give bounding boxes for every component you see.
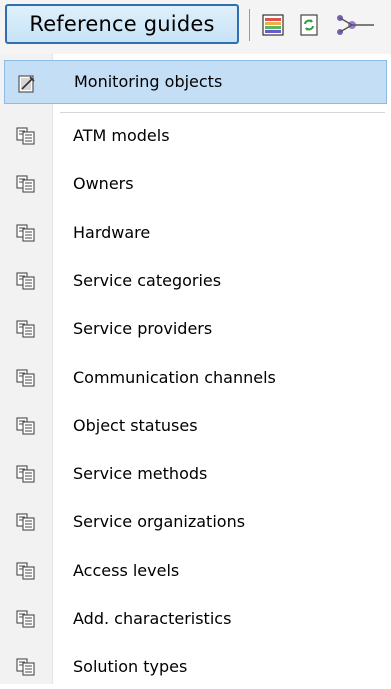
menu-item-label: Service providers <box>73 319 213 339</box>
refresh-document-icon[interactable] <box>296 12 322 38</box>
menu-item-label: Service methods <box>73 464 208 484</box>
reference-guides-menu: Monitoring objects ATM models Owners Har… <box>0 54 391 684</box>
menu-item-service-methods[interactable]: Service methods <box>0 452 391 496</box>
menu-item-label: Monitoring objects <box>74 72 223 91</box>
menu-item-label: Service categories <box>73 270 222 290</box>
menu-item-service-providers[interactable]: Service providers <box>0 307 391 351</box>
menu-item-atm-models[interactable]: ATM models <box>0 114 391 158</box>
toolbar-separator <box>249 9 250 41</box>
copy-documents-icon <box>16 368 36 387</box>
menu-item-label: Add. characteristics <box>73 609 232 628</box>
monitoring-document-icon <box>17 74 37 93</box>
menu-item-communication-channels[interactable]: Communication channels <box>0 356 391 400</box>
menu-item-solution-types[interactable]: Solution types <box>0 645 391 689</box>
menu-item-label: Communication channels <box>73 367 276 387</box>
copy-documents-icon <box>16 417 36 435</box>
menu-item-label: Owners <box>73 174 134 194</box>
menu-item-label: Solution types <box>73 657 188 677</box>
menu-item-service-categories[interactable]: Service categories <box>0 259 391 303</box>
copy-documents-icon <box>16 610 36 628</box>
color-list-icon[interactable] <box>260 12 286 38</box>
menu-item-label: Object statuses <box>73 415 198 435</box>
copy-documents-icon <box>16 224 36 242</box>
menu-separator <box>60 112 385 113</box>
menu-item-service-organizations[interactable]: Service organizations <box>0 500 391 544</box>
copy-documents-icon <box>16 127 36 145</box>
menu-item-label: Access levels <box>73 560 180 580</box>
toolbar: Reference guides <box>0 0 391 55</box>
network-icon[interactable] <box>334 12 374 38</box>
menu-item-add-characteristics[interactable]: Add. characteristics <box>0 597 391 641</box>
copy-documents-icon <box>16 562 36 580</box>
copy-documents-icon <box>16 320 36 338</box>
copy-documents-icon <box>16 272 36 290</box>
menu-item-object-statuses[interactable]: Object statuses <box>0 404 391 448</box>
copy-documents-icon <box>16 513 36 531</box>
menu-item-hardware[interactable]: Hardware <box>0 211 391 255</box>
menu-item-access-levels[interactable]: Access levels <box>0 549 391 593</box>
copy-documents-icon <box>16 175 36 193</box>
copy-documents-icon <box>16 658 36 676</box>
menu-item-label: Hardware <box>73 222 151 242</box>
menu-item-label: ATM models <box>73 126 170 145</box>
menu-item-monitoring-objects[interactable]: Monitoring objects <box>4 60 387 104</box>
reference-guides-button[interactable]: Reference guides <box>5 4 239 44</box>
menu-item-owners[interactable]: Owners <box>0 162 391 206</box>
menu-item-label: Service organizations <box>73 512 246 532</box>
copy-documents-icon <box>16 465 36 483</box>
